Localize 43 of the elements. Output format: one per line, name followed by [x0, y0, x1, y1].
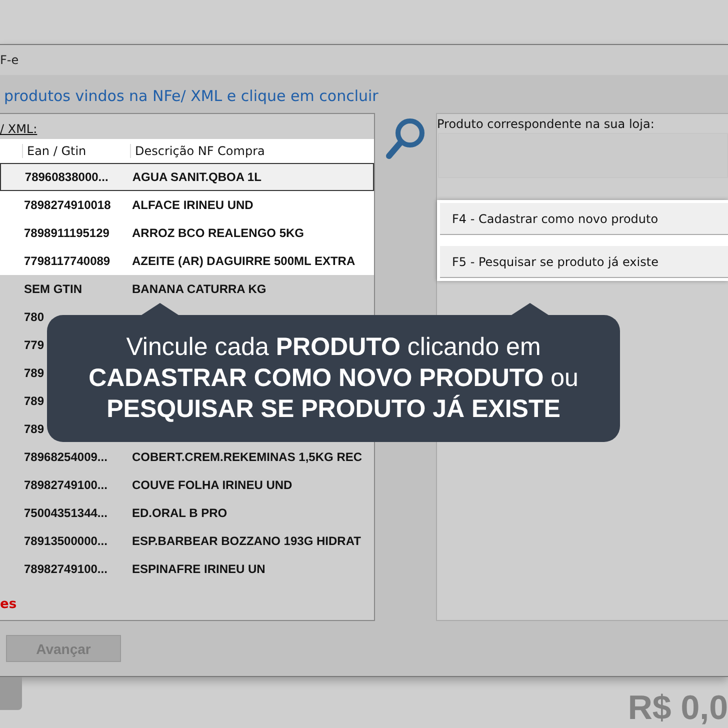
table-cell-text: 7898911195129: [23, 226, 110, 240]
tooltip-text: Vincule cada PRODUTO clicando em CADASTRAR COMO NOVO PRODUTO ou PESQUISAR SE PRODUTO JÁ EXISTE: [88, 332, 578, 425]
table-cell-text: AZEITE (AR) DAGUIRRE 500ML EXTRA: [131, 254, 356, 268]
search-icon: [384, 117, 426, 161]
field-label: Produto correspondente na sua loja:: [437, 116, 656, 133]
table-row[interactable]: SEM GTIN BANANA CATURRA KG: [0, 275, 374, 303]
column-header[interactable]: Descrição NF Compra: [130, 144, 374, 158]
table-cell-text: 78913500000...: [23, 534, 108, 548]
product-field[interactable]: [438, 133, 728, 178]
total-amount: R$ 0,0: [628, 689, 728, 728]
table-cell-text: COBERT.CREM.REKEMINAS 1,5KG REC: [131, 450, 364, 464]
action-button[interactable]: F4 - Cadastrar como novo produto: [440, 203, 728, 235]
table-cell-text: ESPINAFRE IRINEU UN: [131, 562, 266, 576]
table-row[interactable]: 78982749100... COUVE FOLHA IRINEU UND: [0, 471, 374, 499]
table-cell-text: 7898274910018: [23, 198, 112, 212]
table-cell-text: ALFACE IRINEU UND: [131, 198, 254, 212]
table-cell-text: 789: [23, 422, 46, 436]
table-row[interactable]: 78968254009... COBERT.CREM.REKEMINAS 1,5KG REC: [0, 443, 374, 471]
column-header[interactable]: Ean / Gtin: [22, 144, 130, 158]
side-button[interactable]: [0, 677, 22, 710]
table-cell-text: BANANA CATURRA KG: [131, 282, 268, 296]
table-row[interactable]: 75004351344... ED.ORAL B PRO: [0, 499, 374, 527]
table-row[interactable]: 78913500000... ESP.BARBEAR BOZZANO 193G HIDRAT: [0, 527, 374, 555]
table-cell-text: AGUA SANIT.QBOA 1L: [131, 170, 262, 184]
table-cell-text: 78982749100...: [23, 478, 108, 492]
table-cell-text: 7798117740089: [23, 254, 112, 268]
window-title: F-e: [0, 53, 19, 67]
panel-label: / XML:: [0, 121, 38, 138]
table-cell-text: 78960838000...: [24, 170, 110, 184]
table-cell-text: 78982749100...: [23, 562, 108, 576]
table-cell-text: 780: [23, 310, 46, 324]
table-cell-text: SEM GTIN: [23, 282, 84, 296]
table-row[interactable]: 78960838000... AGUA SANIT.QBOA 1L: [0, 163, 374, 191]
table-cell-text: 78968254009...: [23, 450, 108, 464]
action-button[interactable]: F5 - Pesquisar se produto já existe: [440, 246, 728, 278]
table-row[interactable]: 78982749100... ESPINAFRE IRINEU UN: [0, 555, 374, 583]
table-cell-text: 75004351344...: [23, 506, 108, 520]
table-cell-text: ED.ORAL B PRO: [131, 506, 228, 520]
table-cell-text: COUVE FOLHA IRINEU UND: [131, 478, 294, 492]
table-cell-text: ESP.BARBEAR BOZZANO 193G HIDRAT: [131, 534, 362, 548]
instruction-text: produtos vindos na NFe/ XML e clique em concluir: [3, 86, 380, 107]
table-cell-text: ARROZ BCO REALENGO 5KG: [131, 226, 306, 240]
warning-text: es: [0, 597, 17, 612]
